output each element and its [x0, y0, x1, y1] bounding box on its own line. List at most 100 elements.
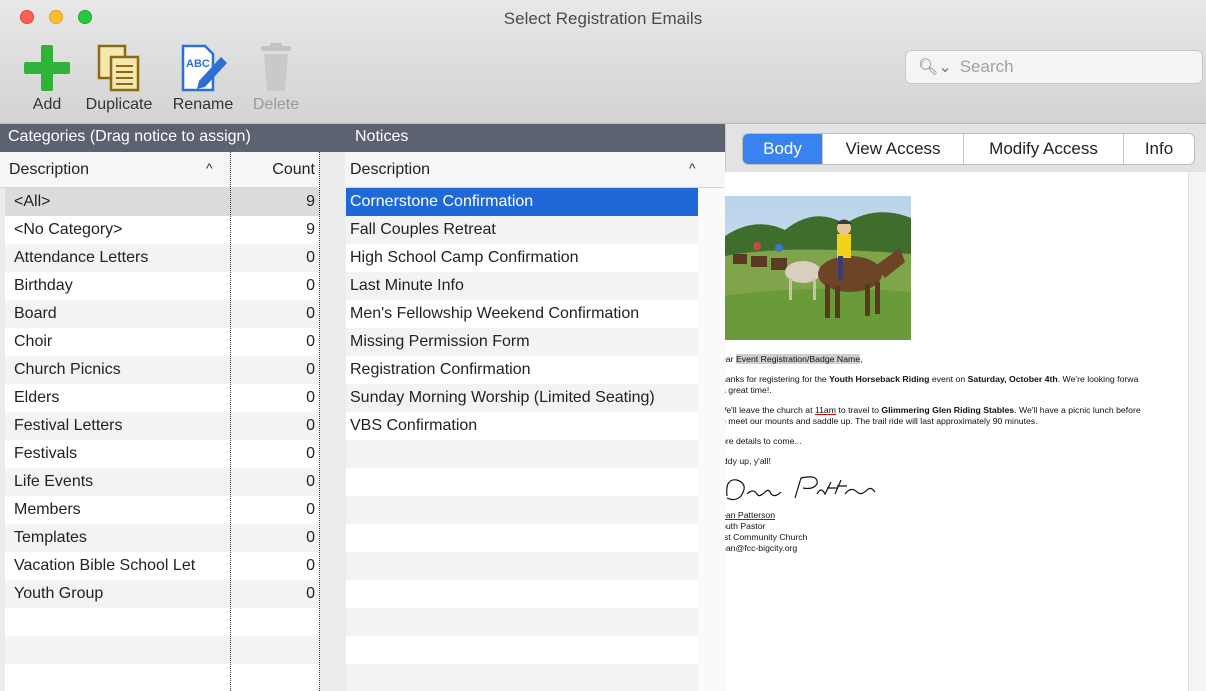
category-label: Church Picnics: [14, 361, 121, 378]
categories-table: <All> 9 <No Category> 9 Attendance Letters 0 B…: [5, 188, 320, 691]
category-count: 0: [306, 473, 315, 490]
signature-block: ean Patterson outh Pastor rst Community …: [725, 510, 1188, 554]
category-row[interactable]: Templates 0: [5, 524, 320, 552]
search-field[interactable]: 🔍︎⌄: [905, 50, 1203, 84]
email-body-document[interactable]: ear Event Registration/Badge Name, hanks…: [725, 172, 1188, 691]
notices-header: Notices: [355, 128, 409, 145]
handwritten-signature: [725, 472, 1188, 506]
notice-row[interactable]: Registration Confirmation: [346, 356, 698, 384]
add-button[interactable]: Add: [12, 42, 82, 114]
column-separator: [230, 152, 231, 691]
empty-row: [346, 524, 698, 552]
category-label: Festivals: [14, 445, 78, 462]
notice-row[interactable]: Sunday Morning Worship (Limited Seating): [346, 384, 698, 412]
p1-text-c: . We're looking forwa: [1057, 374, 1139, 384]
tab-view-access[interactable]: View Access: [823, 134, 964, 164]
duplicate-button[interactable]: Duplicate: [84, 42, 154, 114]
notices-table: Cornerstone Confirmation Fall Couples Ret…: [346, 188, 698, 691]
p1-line-2: a great time!.: [725, 385, 772, 395]
signature-church: rst Community Church: [725, 532, 808, 542]
category-row[interactable]: Church Picnics 0: [5, 356, 320, 384]
category-row[interactable]: Attendance Letters 0: [5, 244, 320, 272]
category-count: 0: [306, 277, 315, 294]
signature-email: ean@fcc-bigcity.org: [725, 543, 798, 553]
notice-row[interactable]: Fall Couples Retreat: [346, 216, 698, 244]
category-row[interactable]: Youth Group 0: [5, 580, 320, 608]
greeting-suffix: ,: [860, 354, 863, 364]
p1-text-b: event on: [929, 374, 968, 384]
category-label: Attendance Letters: [14, 249, 149, 266]
category-label: Board: [14, 305, 57, 322]
p1-text-a: hanks for registering for the: [725, 374, 830, 384]
categories-count-header-label: Count: [272, 160, 315, 178]
category-count: 0: [306, 249, 315, 266]
document-scrollbar[interactable]: [1188, 172, 1206, 691]
delete-button[interactable]: Delete: [241, 42, 311, 114]
empty-row: [346, 608, 698, 636]
category-row[interactable]: <All> 9: [5, 188, 320, 216]
category-count: 0: [306, 445, 315, 462]
category-row[interactable]: Board 0: [5, 300, 320, 328]
notice-row[interactable]: Last Minute Info: [346, 272, 698, 300]
category-row[interactable]: Elders 0: [5, 384, 320, 412]
rename-icon: ABC: [168, 42, 238, 94]
category-label: Birthday: [14, 277, 73, 294]
category-count: 0: [306, 557, 315, 574]
category-count: 0: [306, 389, 315, 406]
empty-row: [346, 440, 698, 468]
sort-ascending-icon: ^: [689, 160, 696, 176]
search-icon: 🔍︎⌄: [918, 59, 952, 76]
empty-row: [346, 468, 698, 496]
notice-row[interactable]: High School Camp Confirmation: [346, 244, 698, 272]
category-count: 9: [306, 221, 315, 238]
category-row[interactable]: <No Category> 9: [5, 216, 320, 244]
category-row[interactable]: Life Events 0: [5, 468, 320, 496]
search-input[interactable]: [959, 57, 1200, 77]
empty-row: [346, 580, 698, 608]
categories-count-column-header[interactable]: Count: [230, 152, 319, 188]
p2-text-c: . We'll have a picnic lunch before: [1014, 405, 1141, 415]
notices-description-column-header[interactable]: Description ^: [345, 152, 710, 188]
categories-description-column-header[interactable]: Description ^: [0, 152, 229, 188]
category-label: <All>: [14, 193, 51, 210]
tab-body[interactable]: Body: [743, 134, 823, 164]
category-row[interactable]: Festival Letters 0: [5, 412, 320, 440]
paragraph-2: Ve'll leave the church at 11am to travel…: [725, 405, 1188, 427]
empty-row: [5, 664, 320, 691]
rename-button[interactable]: ABC Rename: [168, 42, 238, 114]
horseback-riding-photo: [725, 196, 911, 340]
notice-row[interactable]: VBS Confirmation: [346, 412, 698, 440]
notice-row[interactable]: Missing Permission Form: [346, 328, 698, 356]
greeting-prefix: ear: [725, 354, 734, 364]
empty-row: [346, 636, 698, 664]
category-row[interactable]: Members 0: [5, 496, 320, 524]
category-count: 0: [306, 529, 315, 546]
empty-row: [346, 496, 698, 524]
tab-info[interactable]: Info: [1124, 134, 1194, 164]
p2-text-a: Ve'll leave the church at: [725, 405, 815, 415]
category-row[interactable]: Vacation Bible School Let 0: [5, 552, 320, 580]
duplicate-icon: [84, 42, 154, 94]
category-row[interactable]: Choir 0: [5, 328, 320, 356]
category-label: Life Events: [14, 473, 94, 490]
p2-line-2: e meet our mounts and saddle up. The tra…: [725, 416, 1038, 426]
category-row[interactable]: Festivals 0: [5, 440, 320, 468]
rename-label: Rename: [172, 96, 234, 113]
p2-text-b: to travel to: [836, 405, 882, 415]
window-title: Select Registration Emails: [503, 9, 703, 28]
notice-row[interactable]: Men's Fellowship Weekend Confirmation: [346, 300, 698, 328]
category-count: 0: [306, 333, 315, 350]
category-count: 0: [306, 417, 315, 434]
category-label: Members: [14, 501, 81, 518]
tab-modify-access[interactable]: Modify Access: [964, 134, 1124, 164]
p1-date: Saturday, October 4th: [967, 374, 1058, 384]
delete-label: Delete: [252, 96, 300, 113]
category-label: Templates: [14, 529, 87, 546]
notice-row[interactable]: Cornerstone Confirmation: [346, 188, 698, 216]
sort-ascending-icon: ^: [206, 160, 213, 176]
category-row[interactable]: Birthday 0: [5, 272, 320, 300]
pane-divider: [319, 152, 345, 188]
p2-time: 11am: [814, 405, 836, 415]
section-header-bar: Categories (Drag notice to assign) Notic…: [0, 124, 725, 152]
merge-field-badge-name: Event Registration/Badge Name: [735, 354, 861, 364]
